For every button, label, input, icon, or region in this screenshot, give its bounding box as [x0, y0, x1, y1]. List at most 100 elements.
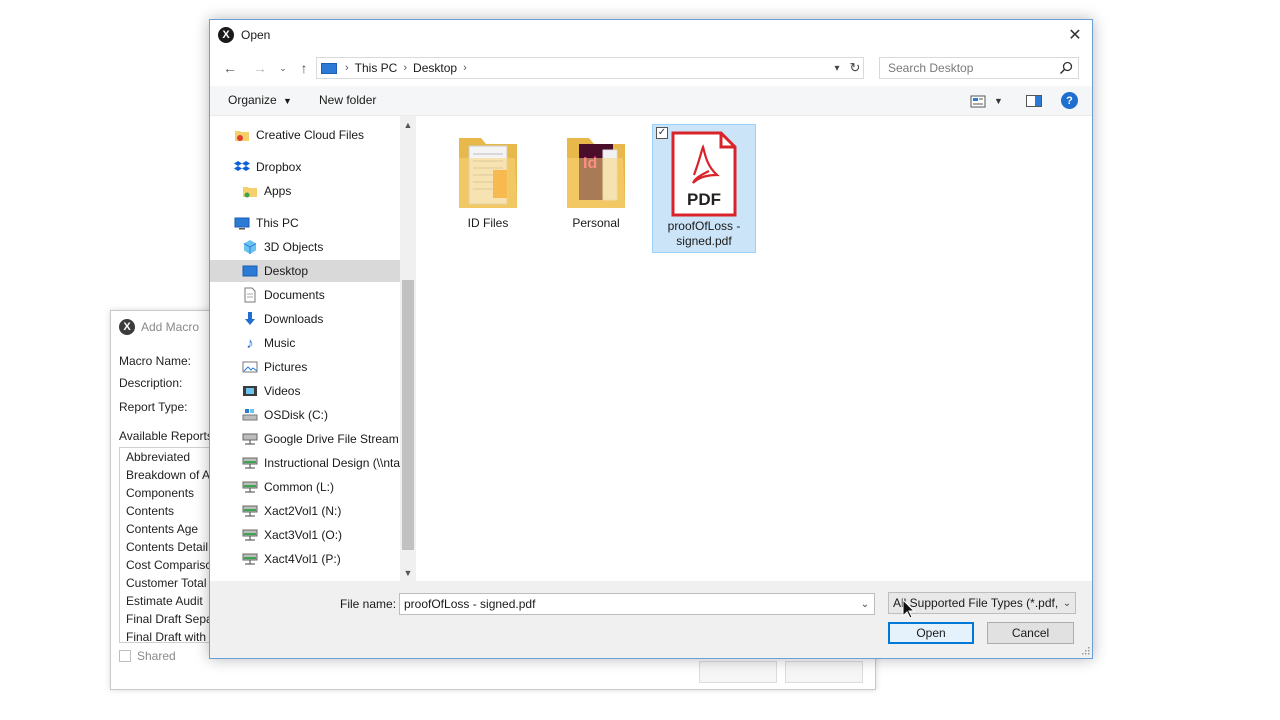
network-drive-icon	[242, 503, 258, 519]
checkmark-icon[interactable]: ✓	[656, 127, 668, 139]
nav-item-pictures[interactable]: Pictures	[210, 356, 400, 378]
file-type-select[interactable]: All Supported File Types (*.pdf,	[888, 592, 1076, 614]
scroll-down-icon[interactable]: ▼	[400, 566, 416, 580]
file-name-line2: signed.pdf	[676, 234, 732, 248]
search-icon[interactable]	[1058, 60, 1074, 76]
forward-arrow-icon[interactable]: →	[250, 58, 270, 78]
scroll-up-icon[interactable]: ▲	[400, 118, 416, 132]
checkbox-box[interactable]	[119, 650, 131, 662]
help-icon[interactable]: ?	[1061, 92, 1078, 109]
chevron-right-icon[interactable]: ›	[403, 62, 407, 74]
nav-item-label: Instructional Design (\\nta	[264, 456, 400, 470]
folder-icon	[459, 138, 517, 208]
xactimate-logo-icon: X	[218, 27, 234, 43]
report-item[interactable]: Estimate Audit	[120, 592, 219, 610]
nav-item-xact3vol1[interactable]: Xact3Vol1 (O:)	[210, 524, 400, 546]
nav-item-music[interactable]: ♪ Music	[210, 332, 400, 354]
available-reports-list[interactable]: Abbreviated Breakdown of A Components Co…	[119, 447, 219, 643]
search-input[interactable]: Search Desktop	[879, 57, 1079, 79]
nav-item-3d-objects[interactable]: 3D Objects	[210, 236, 400, 258]
report-item[interactable]: Contents Age	[120, 520, 219, 538]
download-icon	[242, 311, 258, 327]
macro-cancel-button[interactable]	[785, 661, 863, 683]
breadcrumb-desktop[interactable]: Desktop	[413, 61, 457, 75]
nav-item-osdisk[interactable]: OSDisk (C:)	[210, 404, 400, 426]
nav-item-common[interactable]: Common (L:)	[210, 476, 400, 498]
up-arrow-icon[interactable]: ↑	[294, 58, 314, 78]
nav-item-label: Apps	[264, 184, 292, 198]
close-icon[interactable]: ✕	[1064, 24, 1086, 46]
open-dialog: X Open ✕ ← → ⌄ ↑ › This PC › Desktop › ▾…	[209, 19, 1093, 659]
nav-item-label: Xact2Vol1 (N:)	[264, 504, 342, 518]
report-item[interactable]: Breakdown of A	[120, 466, 219, 484]
report-item[interactable]: Components	[120, 484, 219, 502]
preview-pane-icon[interactable]	[1025, 92, 1043, 110]
nav-item-downloads[interactable]: Downloads	[210, 308, 400, 330]
nav-item-label: 3D Objects	[264, 240, 324, 254]
macro-ok-button[interactable]	[699, 661, 777, 683]
recent-locations-chevron-icon[interactable]: ⌄	[273, 58, 293, 78]
nav-item-label: Common (L:)	[264, 480, 335, 494]
file-name: ID Files	[467, 216, 509, 230]
refresh-icon[interactable]: ↻	[847, 58, 863, 78]
report-item[interactable]: Contents	[120, 502, 219, 520]
search-placeholder: Search Desktop	[888, 61, 974, 75]
chevron-down-icon[interactable]: ⌄	[1060, 595, 1074, 611]
nav-item-apps[interactable]: Apps	[210, 180, 400, 202]
caret-down-icon: ▼	[994, 96, 1003, 106]
file-name-input[interactable]: proofOfLoss - signed.pdf	[399, 593, 875, 615]
dropbox-icon	[234, 159, 250, 175]
chevron-down-icon[interactable]: ⌄	[858, 596, 872, 612]
network-drive-icon	[242, 431, 258, 447]
nav-scrollbar-thumb[interactable]	[402, 280, 414, 550]
nav-item-google-drive[interactable]: Google Drive File Stream (	[210, 428, 400, 450]
nav-item-documents[interactable]: Documents	[210, 284, 400, 306]
resize-grip-icon[interactable]	[1080, 645, 1090, 655]
add-macro-title-bar: X Add Macro	[119, 317, 199, 337]
pdf-badge-text: PDF	[687, 190, 721, 209]
chevron-right-icon[interactable]: ›	[345, 62, 349, 74]
address-bar[interactable]: › This PC › Desktop ›	[316, 57, 864, 79]
nav-item-dropbox[interactable]: Dropbox	[210, 156, 400, 178]
shared-checkbox[interactable]: Shared	[119, 649, 176, 663]
nav-item-desktop[interactable]: Desktop	[210, 260, 400, 282]
report-item[interactable]: Abbreviated	[120, 448, 219, 466]
nav-item-this-pc[interactable]: This PC	[210, 212, 400, 234]
report-item[interactable]: Final Draft with	[120, 628, 219, 642]
navigation-pane: Creative Cloud Files Dropbox Apps This P…	[210, 116, 416, 581]
organize-menu[interactable]: Organize ▼	[228, 93, 292, 107]
network-drive-icon	[242, 527, 258, 543]
new-folder-button[interactable]: New folder	[319, 93, 376, 107]
file-name: Personal	[572, 216, 620, 230]
nav-item-xact4vol1[interactable]: Xact4Vol1 (P:)	[210, 548, 400, 570]
nav-item-instructional-design[interactable]: Instructional Design (\\nta	[210, 452, 400, 474]
nav-item-label: Creative Cloud Files	[256, 128, 365, 142]
address-dropdown-icon[interactable]: ▾	[830, 58, 844, 78]
document-icon	[242, 287, 258, 303]
video-icon	[242, 383, 258, 399]
file-item-proof-of-loss-pdf[interactable]: ✓ PDF proofOfLoss - signed.pdf	[652, 124, 756, 253]
chevron-right-icon[interactable]: ›	[463, 62, 467, 74]
dialog-title: Open	[241, 28, 271, 42]
creative-cloud-icon	[234, 127, 250, 143]
nav-item-videos[interactable]: Videos	[210, 380, 400, 402]
cancel-button[interactable]: Cancel	[987, 622, 1074, 644]
report-item[interactable]: Customer Total	[120, 574, 219, 592]
change-view-button[interactable]: ▼	[970, 93, 1004, 109]
nav-item-label: Xact3Vol1 (O:)	[264, 528, 343, 542]
open-button[interactable]: Open	[888, 622, 974, 644]
file-item-personal[interactable]: Id Personal	[544, 128, 648, 231]
music-icon: ♪	[246, 334, 254, 352]
nav-item-label: Videos	[264, 384, 301, 398]
nav-item-xact2vol1[interactable]: Xact2Vol1 (N:)	[210, 500, 400, 522]
report-item[interactable]: Final Draft Sepa	[120, 610, 219, 628]
back-arrow-icon[interactable]: ←	[220, 58, 240, 78]
breadcrumb-this-pc[interactable]: This PC	[355, 61, 398, 75]
folder-icon: Id	[567, 138, 625, 208]
report-item[interactable]: Contents Detail	[120, 538, 219, 556]
report-item[interactable]: Cost Comparisc	[120, 556, 219, 574]
nav-item-creative-cloud[interactable]: Creative Cloud Files	[210, 124, 400, 146]
file-item-id-files[interactable]: ID Files	[436, 128, 540, 231]
nav-item-label: Music	[264, 336, 296, 350]
computer-icon	[321, 62, 337, 74]
